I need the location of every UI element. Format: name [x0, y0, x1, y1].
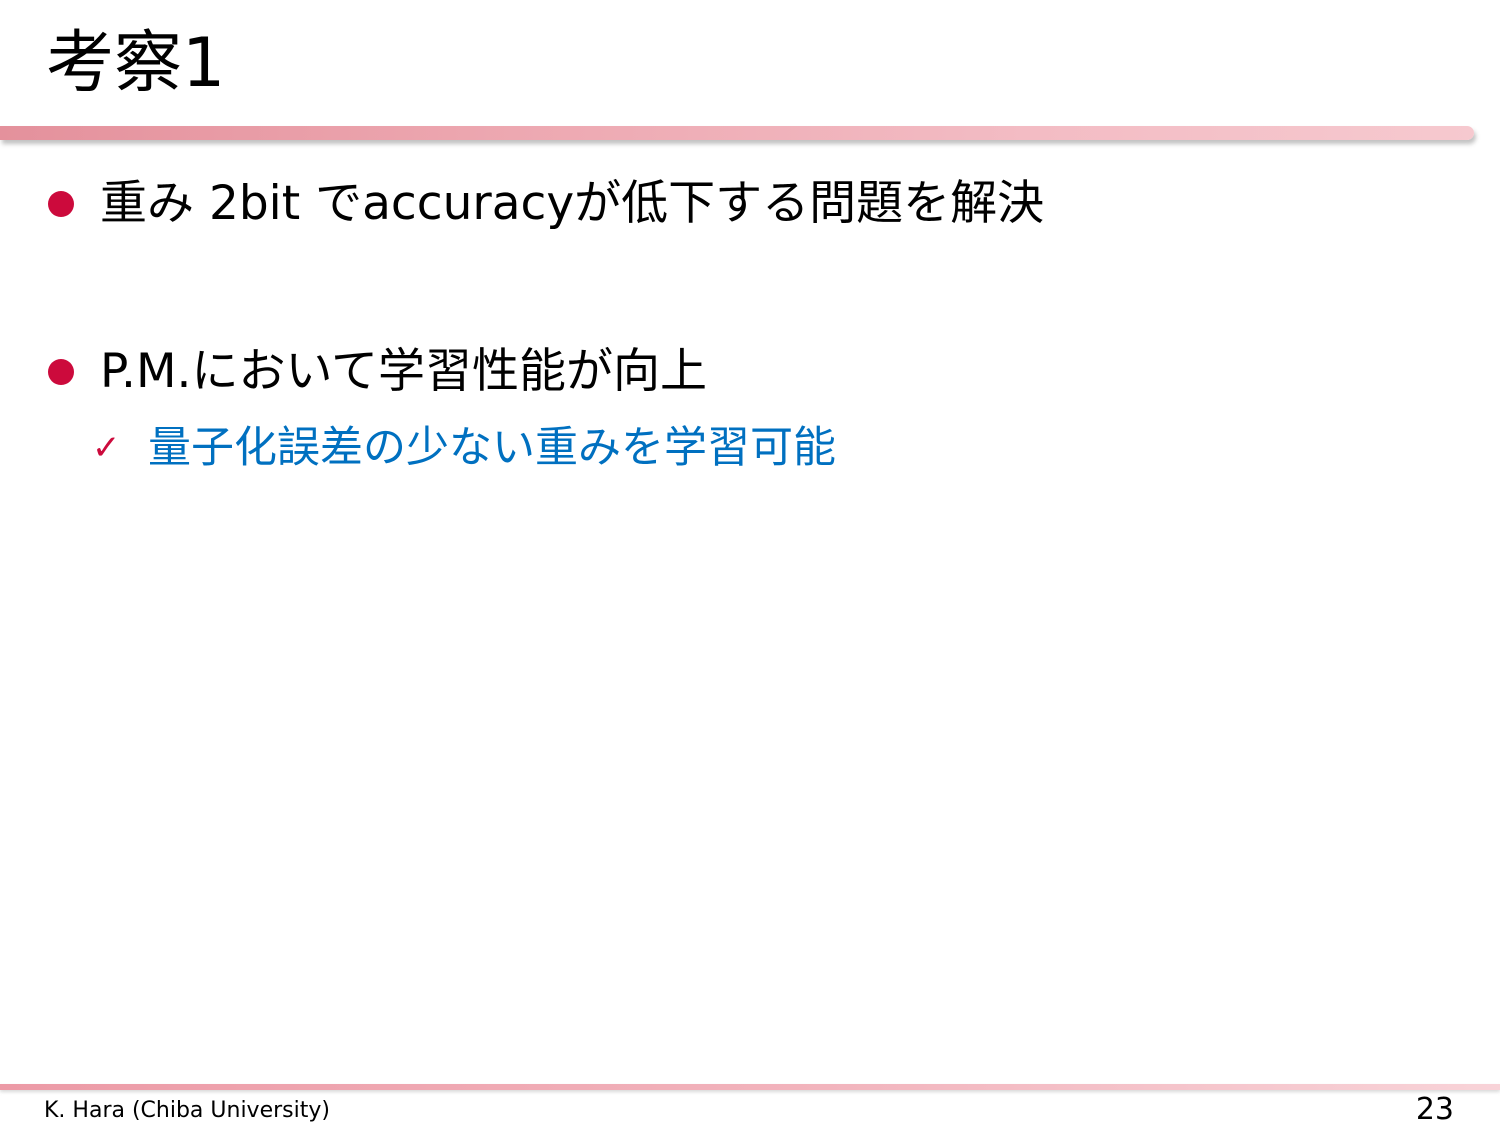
page-number: 23: [1415, 1092, 1454, 1127]
bullet-item: 重み 2bit でaccuracyが低下する問題を解決: [48, 174, 1044, 234]
sub-bullet-text: 量子化誤差の少ない重みを学習可能: [148, 423, 836, 473]
bullet-text: P.M.において学習性能が向上: [100, 344, 708, 399]
bullet-item: P.M.において学習性能が向上: [48, 342, 707, 402]
slide-title: 考察1: [46, 24, 226, 103]
footer-rule: [0, 1084, 1500, 1090]
checkmark-icon: ✓: [92, 428, 121, 468]
bullet-dot-icon: [48, 359, 74, 385]
sub-bullet-item: ✓ 量子化誤差の少ない重みを学習可能: [92, 420, 836, 476]
bullet-text: 重み 2bit でaccuracyが低下する問題を解決: [100, 176, 1045, 231]
title-underline: [0, 126, 1474, 140]
bullet-dot-icon: [48, 191, 74, 217]
footer-author: K. Hara (Chiba University): [44, 1098, 330, 1123]
